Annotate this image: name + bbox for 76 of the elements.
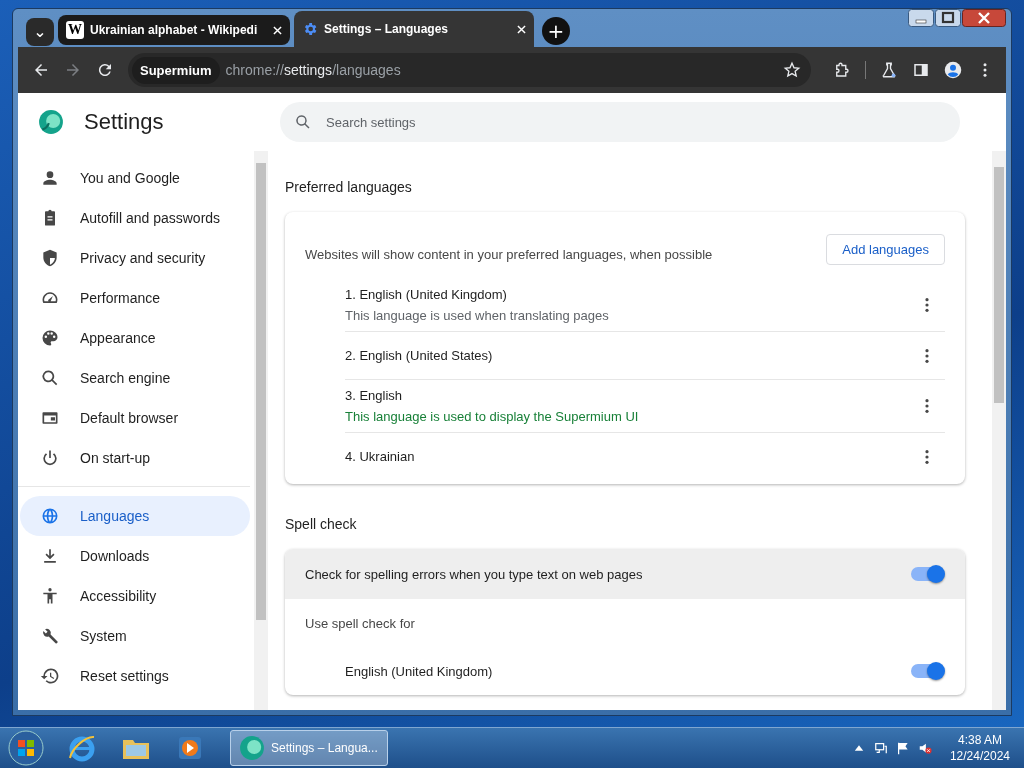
- network-icon[interactable]: [873, 741, 888, 755]
- language-name: 1. English (United Kingdom): [345, 287, 508, 302]
- language-note: This language is used when translating pages: [345, 308, 609, 323]
- star-icon[interactable]: [783, 61, 801, 79]
- sidebar-item[interactable]: Reset settings: [18, 656, 250, 696]
- start-button[interactable]: [8, 730, 44, 766]
- add-languages-button[interactable]: Add languages: [826, 234, 945, 265]
- app-logo-icon: [38, 109, 64, 135]
- browser-tab[interactable]: Settings – Languages: [294, 11, 534, 47]
- tab-search-button[interactable]: ⌄: [26, 18, 54, 46]
- sidebar-item[interactable]: Default browser: [18, 398, 250, 438]
- tab-title: Settings – Languages: [324, 22, 450, 36]
- scrollbar[interactable]: [254, 151, 268, 710]
- setting-label: Use spell check for: [305, 615, 415, 631]
- setting-label: Check for spelling errors when you type text on web pages: [305, 566, 643, 582]
- sidebar-item[interactable]: Languages: [20, 496, 250, 536]
- wikipedia-icon: W: [66, 21, 84, 39]
- sidebar-item[interactable]: System: [18, 616, 250, 656]
- more-options-icon[interactable]: [924, 448, 930, 465]
- language-note: This language is used to display the Supermium UI: [345, 409, 639, 424]
- maximize-icon[interactable]: [935, 9, 961, 27]
- toggle-switch[interactable]: [911, 664, 943, 678]
- more-options-icon[interactable]: [924, 297, 930, 313]
- sidebar-item[interactable]: Performance: [18, 278, 250, 318]
- setting-label: English (United Kingdom): [345, 663, 493, 679]
- description-text: Websites will show content in your preferred languages, when possible: [305, 247, 713, 262]
- app-logo-icon: [239, 735, 265, 761]
- sidebar-item[interactable]: Downloads: [18, 536, 250, 576]
- palette-icon: [40, 328, 60, 348]
- date-text: 12/24/2024: [949, 749, 1010, 763]
- sidebar-item[interactable]: Autofill and passwords: [18, 198, 250, 238]
- sidebar-item[interactable]: Appearance: [18, 318, 250, 358]
- scrollbar[interactable]: [992, 151, 1006, 710]
- search-field[interactable]: Search settings: [280, 102, 960, 142]
- tab-title: Ukrainian alphabet - Wikipedi: [90, 23, 259, 37]
- time-text: 4:38 AM: [957, 733, 1002, 747]
- profile-icon[interactable]: [944, 61, 962, 79]
- sidebar-item[interactable]: Search engine: [18, 358, 250, 398]
- flag-icon[interactable]: [895, 741, 910, 755]
- sidebar-item[interactable]: Privacy and security: [18, 238, 250, 278]
- globe-icon: [40, 506, 60, 526]
- side-panel-icon[interactable]: [912, 61, 930, 79]
- clock[interactable]: 4:38 AM 12/24/2024: [949, 733, 1010, 763]
- more-options-icon[interactable]: [924, 347, 930, 364]
- minimize-icon[interactable]: [908, 9, 934, 27]
- section-heading: Spell check: [285, 516, 358, 532]
- search-icon: [40, 368, 60, 388]
- section-heading: Preferred languages: [285, 179, 413, 195]
- sidebar-item[interactable]: Accessibility: [18, 576, 250, 616]
- url-text: chrome://settings/languages: [225, 62, 402, 78]
- speaker-muted-icon[interactable]: [917, 741, 932, 755]
- wrench-icon: [40, 626, 60, 646]
- language-name: 2. English (United States): [345, 348, 493, 363]
- new-tab-button[interactable]: +: [542, 17, 570, 45]
- history-icon: [40, 666, 60, 686]
- accessibility-icon: [40, 586, 60, 606]
- address-bar[interactable]: Supermium chrome://settings/languages: [128, 53, 811, 87]
- puzzle-icon[interactable]: [833, 61, 851, 79]
- forward-icon[interactable]: [64, 61, 82, 79]
- language-name: 4. Ukrainian: [345, 449, 415, 464]
- gear-icon: [302, 21, 318, 37]
- browser-tab[interactable]: W Ukrainian alphabet - Wikipedi: [58, 15, 290, 45]
- language-name: 3. English: [345, 388, 404, 403]
- close-icon[interactable]: [962, 9, 1006, 27]
- sidebar-item[interactable]: You and Google: [18, 158, 250, 198]
- flask-icon[interactable]: [880, 61, 898, 79]
- toggle-switch[interactable]: [911, 567, 943, 581]
- power-icon: [40, 448, 60, 468]
- shield-icon: [40, 248, 60, 268]
- search-icon: [294, 113, 312, 131]
- person-icon: [40, 168, 60, 188]
- sidebar-item[interactable]: On start-up: [18, 438, 250, 478]
- profile-chip: Supermium: [132, 56, 220, 84]
- settings-title: Settings: [84, 109, 164, 135]
- more-options-icon[interactable]: [924, 398, 930, 414]
- reload-icon[interactable]: [96, 61, 114, 79]
